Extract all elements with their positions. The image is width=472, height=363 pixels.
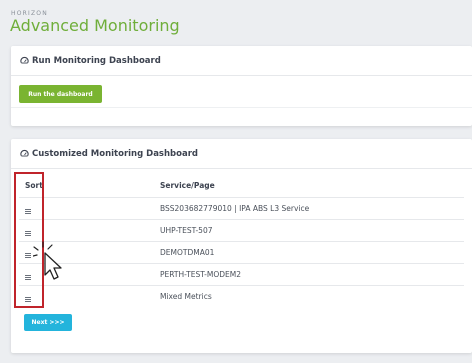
table-row: Mixed Metrics xyxy=(19,284,464,307)
table-row: DEMOTDMA01 xyxy=(19,240,464,263)
service-cell: DEMOTDMA01 xyxy=(160,240,464,263)
sort-column-highlight xyxy=(14,172,44,308)
customized-dashboard-card: Customized Monitoring Dashboard Sort Ser… xyxy=(11,139,472,353)
column-header-service: Service/Page xyxy=(160,181,215,191)
run-dashboard-title: Run Monitoring Dashboard xyxy=(32,55,161,66)
service-cell: UHP-TEST-507 xyxy=(160,218,464,241)
table-row: BSS203682779010 | IPA ABS L3 Service xyxy=(19,196,464,219)
service-table: Sort Service/Page BSS203682779010 | IPA … xyxy=(19,175,464,307)
divider xyxy=(11,107,472,108)
run-dashboard-header: Run Monitoring Dashboard xyxy=(11,46,472,76)
gauge-icon xyxy=(20,149,29,158)
pointer-cursor-icon xyxy=(33,241,62,280)
service-cell: PERTH-TEST-MODEM2 xyxy=(160,262,464,285)
customized-dashboard-header: Customized Monitoring Dashboard xyxy=(11,139,472,169)
run-dashboard-card: Run Monitoring Dashboard Run the dashboa… xyxy=(11,46,472,126)
gauge-icon xyxy=(20,56,29,65)
page-title: Advanced Monitoring xyxy=(10,16,180,35)
service-cell: Mixed Metrics xyxy=(160,284,464,307)
table-header-row: Sort Service/Page xyxy=(19,175,464,197)
next-button[interactable]: Next >>> xyxy=(24,314,72,331)
table-row: PERTH-TEST-MODEM2 xyxy=(19,262,464,285)
customized-dashboard-title: Customized Monitoring Dashboard xyxy=(32,148,198,159)
table-row: UHP-TEST-507 xyxy=(19,218,464,241)
service-cell: BSS203682779010 | IPA ABS L3 Service xyxy=(160,196,464,219)
run-dashboard-button[interactable]: Run the dashboard xyxy=(19,85,102,103)
